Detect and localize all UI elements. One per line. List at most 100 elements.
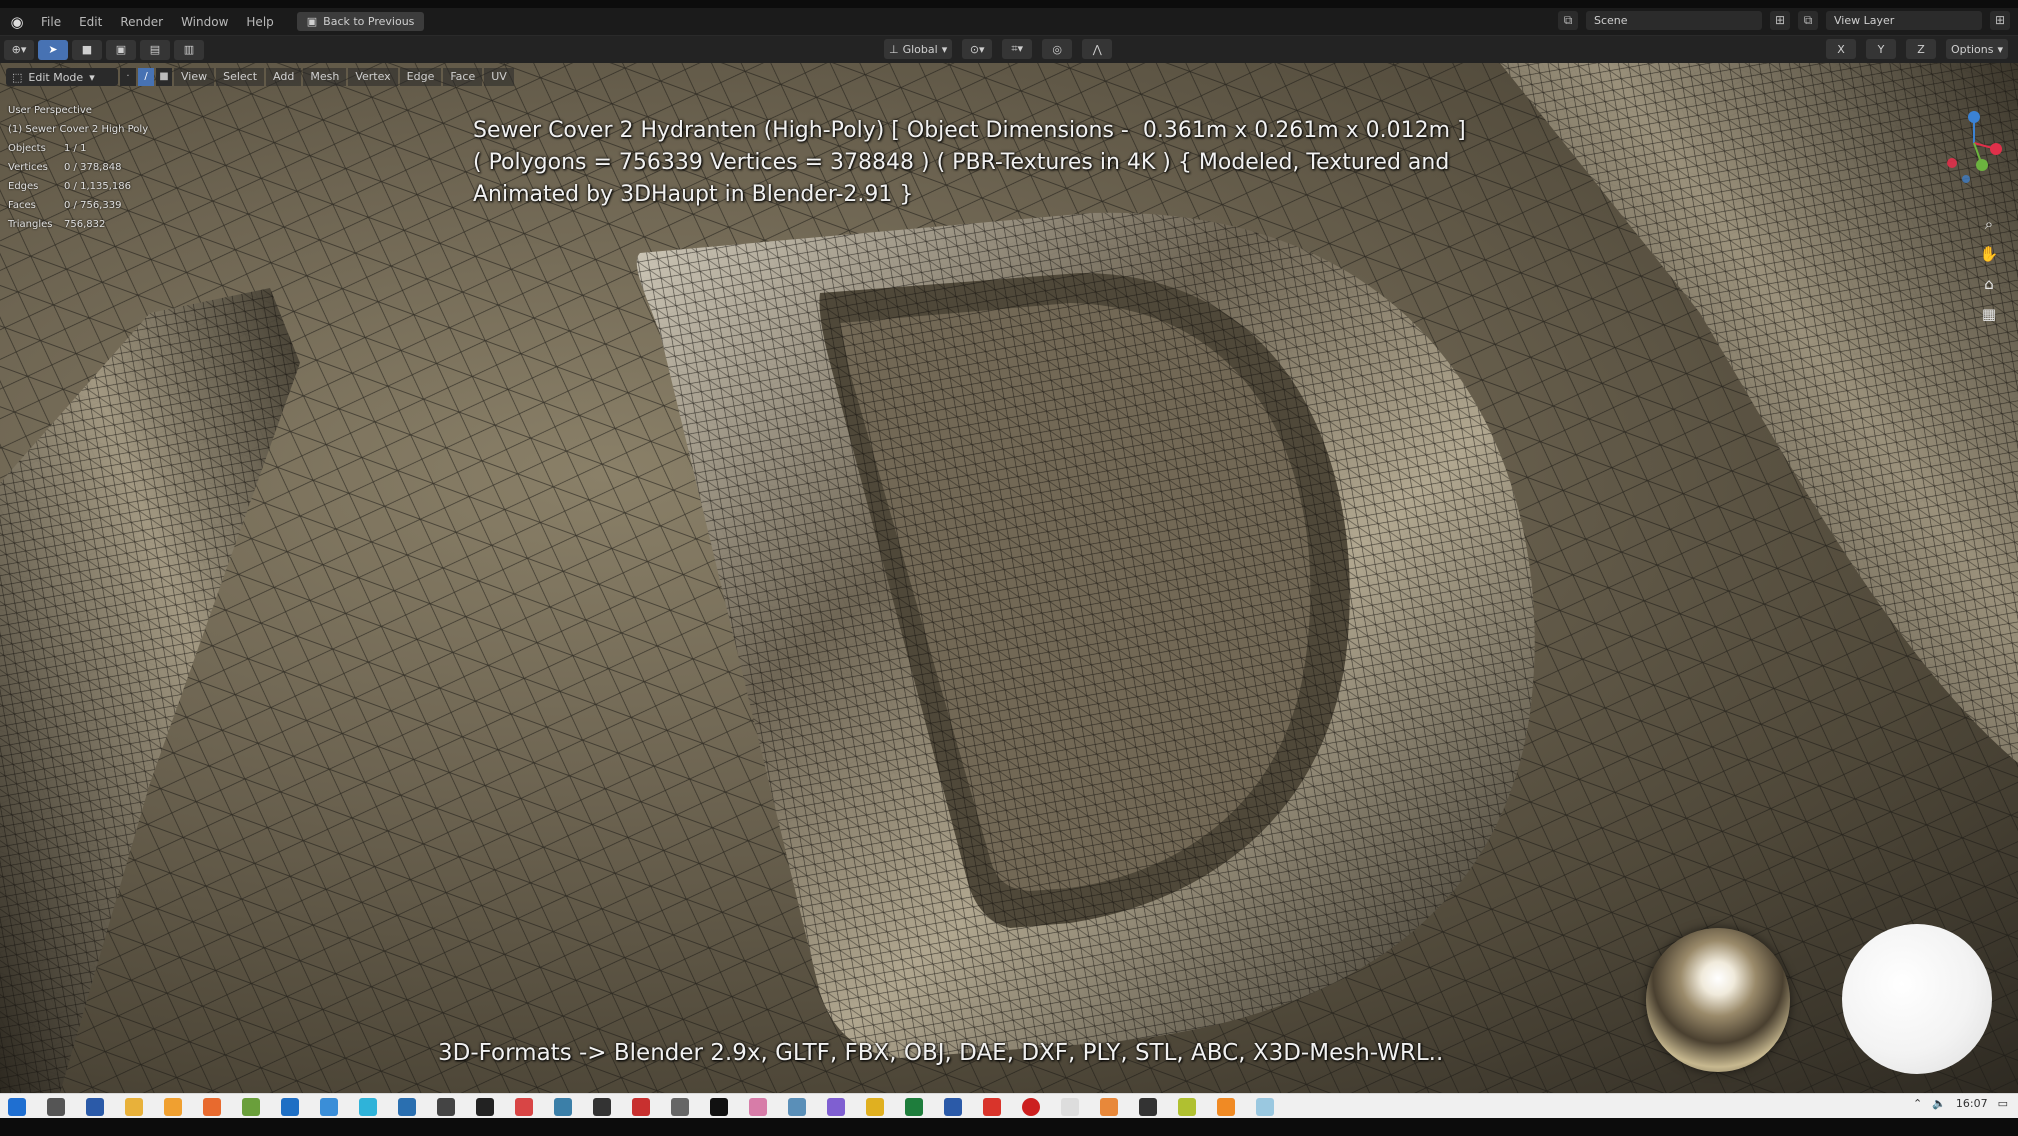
mirror-x-icon[interactable]: X bbox=[1826, 39, 1857, 59]
app-icon[interactable] bbox=[866, 1097, 884, 1116]
menu-file[interactable]: File bbox=[32, 15, 70, 29]
scene-browse-icon[interactable]: ⧉ bbox=[1558, 11, 1578, 30]
firefox-icon[interactable] bbox=[203, 1097, 221, 1116]
viewport-nav-tools: ⌕ ✋ ⌂ ▦ bbox=[1978, 213, 2000, 325]
menu-render[interactable]: Render bbox=[111, 15, 172, 29]
mirror-y-icon[interactable]: Y bbox=[1866, 39, 1897, 59]
app-icon[interactable] bbox=[593, 1097, 611, 1116]
chrome-icon[interactable] bbox=[359, 1097, 377, 1116]
search-icon[interactable] bbox=[47, 1097, 65, 1116]
windows-taskbar: ⌃ 🔈 16:07 ▭ bbox=[0, 1093, 2018, 1119]
tool-header: ⊕▾ ➤ ■ ▣ ▤ ▥ ⊥ Global ▾ ⊙▾ ⌗▾ ◎ ⋀ X Y Z … bbox=[0, 36, 2018, 63]
back-to-previous-button[interactable]: ▣ Back to Previous bbox=[296, 12, 425, 31]
start-icon[interactable] bbox=[8, 1097, 26, 1116]
app-icon[interactable] bbox=[710, 1097, 728, 1116]
edit-mode-icon: ⬚ bbox=[12, 70, 23, 84]
stat-key: Faces bbox=[8, 200, 36, 211]
chevron-up-icon[interactable]: ⌃ bbox=[1913, 1097, 1922, 1110]
view-layer-browse-icon[interactable]: ⧉ bbox=[1798, 11, 1818, 30]
stat-key: Objects bbox=[8, 143, 46, 154]
app-icon[interactable] bbox=[1178, 1097, 1196, 1116]
menu-edit[interactable]: Edit bbox=[70, 15, 111, 29]
new-view-layer-icon[interactable]: ⊞ bbox=[1990, 11, 2010, 30]
terminal-icon[interactable] bbox=[1139, 1097, 1157, 1116]
scene-selector[interactable]: Scene bbox=[1586, 11, 1762, 30]
options-dropdown[interactable]: Options ▾ bbox=[1946, 39, 2008, 59]
chevron-down-icon: ▾ bbox=[89, 70, 95, 84]
new-scene-icon[interactable]: ⊞ bbox=[1770, 11, 1790, 30]
mode-label: Edit Mode bbox=[28, 70, 84, 84]
zoom-icon[interactable]: ⌕ bbox=[1978, 213, 2000, 235]
opera-icon[interactable] bbox=[1022, 1097, 1040, 1116]
chevron-down-icon: ▾ bbox=[941, 42, 948, 56]
proportional-edit-icon[interactable]: ◎ bbox=[1042, 39, 1073, 59]
menu-window[interactable]: Window bbox=[172, 15, 237, 29]
navigation-gizmo[interactable] bbox=[1944, 103, 2004, 193]
app-icon[interactable] bbox=[632, 1097, 650, 1116]
grid-icon[interactable]: ▦ bbox=[1978, 303, 2000, 325]
pivot-point-icon[interactable]: ⊙▾ bbox=[962, 39, 993, 59]
notification-icon[interactable]: ▭ bbox=[1998, 1097, 2008, 1110]
menu-vertex[interactable]: Vertex bbox=[348, 68, 398, 86]
menu-help[interactable]: Help bbox=[237, 15, 282, 29]
3d-viewport[interactable]: ⬚ Edit Mode ▾ · / ■ View Select Add Mesh… bbox=[0, 63, 2018, 1093]
menu-select[interactable]: Select bbox=[216, 68, 265, 86]
menu-face[interactable]: Face bbox=[443, 68, 483, 86]
menu-view[interactable]: View bbox=[174, 68, 215, 86]
app-icon[interactable] bbox=[1100, 1097, 1118, 1116]
select-subtract-icon[interactable]: ▤ bbox=[140, 39, 170, 60]
mode-selector[interactable]: ⬚ Edit Mode ▾ bbox=[6, 68, 118, 86]
stat-row: Faces 0 / 756,339 bbox=[8, 196, 148, 215]
skype-icon[interactable] bbox=[320, 1097, 338, 1116]
select-tool-icon[interactable]: ➤ bbox=[38, 39, 68, 60]
notes-icon[interactable] bbox=[242, 1097, 260, 1116]
save-icon[interactable] bbox=[86, 1097, 104, 1116]
clock[interactable]: 16:07 bbox=[1956, 1097, 1988, 1110]
vertex-select-icon[interactable]: · bbox=[120, 68, 136, 86]
app-icon[interactable] bbox=[827, 1097, 845, 1116]
orientation-dropdown[interactable]: ⊥ Global ▾ bbox=[884, 39, 953, 59]
mirror-z-icon[interactable]: Z bbox=[1906, 39, 1937, 59]
app-icon[interactable] bbox=[554, 1097, 572, 1116]
viewport-header: ⬚ Edit Mode ▾ · / ■ View Select Add Mesh… bbox=[6, 67, 514, 87]
stat-value: 0 / 378,848 bbox=[64, 162, 122, 173]
editor-type-icon[interactable]: ⊕▾ bbox=[4, 39, 34, 60]
app-icon[interactable] bbox=[788, 1097, 806, 1116]
view-layer-selector[interactable]: View Layer bbox=[1826, 11, 1982, 30]
stat-key: Vertices bbox=[8, 162, 48, 173]
app-icon[interactable] bbox=[398, 1097, 416, 1116]
app-icon[interactable] bbox=[476, 1097, 494, 1116]
blender-logo-icon[interactable]: ◉ bbox=[8, 13, 26, 31]
word-icon[interactable] bbox=[944, 1097, 962, 1116]
app-icon[interactable] bbox=[671, 1097, 689, 1116]
select-new-icon[interactable]: ■ bbox=[72, 39, 102, 60]
document-icon[interactable] bbox=[1061, 1097, 1079, 1116]
view-layer-name: View Layer bbox=[1834, 14, 1895, 27]
app-icon[interactable] bbox=[164, 1097, 182, 1116]
snap-icon[interactable]: ⌗▾ bbox=[1002, 39, 1033, 59]
menu-edge[interactable]: Edge bbox=[399, 68, 442, 86]
outlook-icon[interactable] bbox=[281, 1097, 299, 1116]
menu-uv[interactable]: UV bbox=[484, 68, 514, 86]
app-icon[interactable] bbox=[515, 1097, 533, 1116]
app-icon[interactable] bbox=[983, 1097, 1001, 1116]
system-tray: ⌃ 🔈 16:07 ▭ bbox=[1913, 1097, 2008, 1110]
app-icon[interactable] bbox=[437, 1097, 455, 1116]
menu-add[interactable]: Add bbox=[266, 68, 302, 86]
stat-value: 0 / 756,339 bbox=[64, 200, 122, 211]
hdri-chrome-sphere bbox=[1646, 928, 1790, 1072]
edge-select-icon[interactable]: / bbox=[138, 68, 154, 86]
select-extend-icon[interactable]: ▣ bbox=[106, 39, 136, 60]
blender-icon[interactable] bbox=[1217, 1097, 1235, 1116]
face-select-icon[interactable]: ■ bbox=[156, 68, 172, 86]
folder-icon[interactable] bbox=[125, 1097, 143, 1116]
app-icon[interactable] bbox=[749, 1097, 767, 1116]
pan-hand-icon[interactable]: ✋ bbox=[1978, 243, 2000, 265]
app-icon[interactable] bbox=[1256, 1097, 1274, 1116]
excel-icon[interactable] bbox=[905, 1097, 923, 1116]
select-invert-icon[interactable]: ▥ bbox=[174, 39, 204, 60]
menu-mesh[interactable]: Mesh bbox=[303, 68, 347, 86]
camera-icon[interactable]: ⌂ bbox=[1978, 273, 2000, 295]
falloff-icon[interactable]: ⋀ bbox=[1082, 39, 1113, 59]
volume-icon[interactable]: 🔈 bbox=[1932, 1097, 1946, 1110]
